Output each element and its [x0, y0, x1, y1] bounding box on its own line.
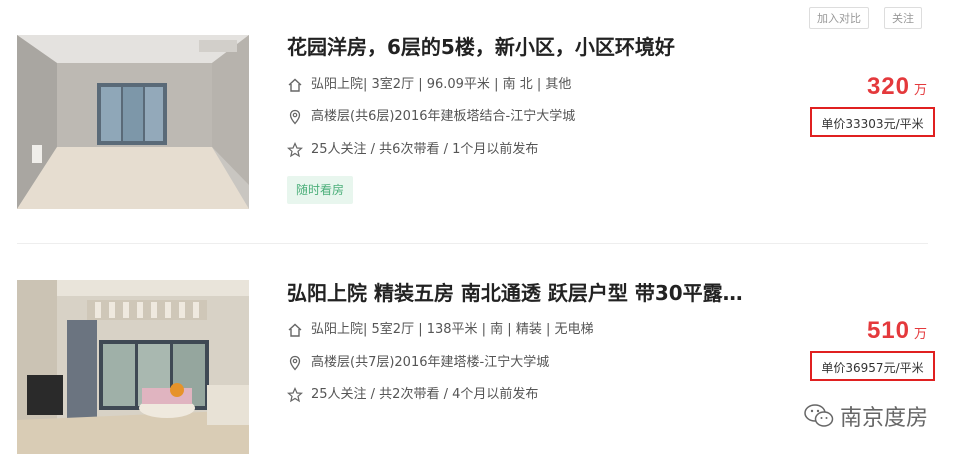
location-pin-icon — [287, 109, 303, 125]
total-price-unit: 万 — [913, 83, 927, 98]
add-compare-button[interactable]: 加入对比 — [809, 7, 869, 29]
star-icon — [287, 142, 303, 158]
total-price: 320 万 — [867, 73, 927, 101]
follow-button[interactable]: 关注 — [884, 7, 922, 29]
listing-photo[interactable] — [17, 35, 249, 209]
community-link[interactable]: 弘阳上院 — [311, 76, 363, 94]
unit-price: 单价33303元/平米 — [810, 107, 935, 137]
watermark: 南京度房 — [804, 400, 928, 432]
watermark-text: 南京度房 — [839, 406, 928, 431]
area-link[interactable]: 江宁大学城 — [510, 108, 575, 126]
total-price-value: 320 — [866, 73, 910, 100]
follow-stats: 25人关注 / 共2次带看 / 4个月以前发布 — [311, 387, 539, 402]
house-info: 弘阳上院 | 5室2厅 | 138平米 | 南 | 精装 | 无电梯 — [287, 321, 593, 339]
house-icon — [287, 77, 303, 93]
floor-info: 高楼层(共7层)2016年建塔楼 — [311, 355, 480, 370]
position-info: 高楼层(共6层)2016年建板塔结合 - 江宁大学城 — [287, 108, 575, 126]
room-photo-illustration — [17, 280, 249, 454]
house-icon — [287, 322, 303, 338]
location-pin-icon — [287, 355, 303, 371]
listing-title[interactable]: 花园洋房，6层的5楼，新小区，小区环境好 — [287, 34, 797, 60]
follow-info: 25人关注 / 共2次带看 / 4个月以前发布 — [287, 386, 538, 404]
listing-divider — [17, 243, 928, 244]
house-info: 弘阳上院 | 3室2厅 | 96.09平米 | 南 北 | 其他 — [287, 76, 571, 94]
total-price: 510 万 — [867, 317, 927, 345]
position-info: 高楼层(共7层)2016年建塔楼 - 江宁大学城 — [287, 354, 549, 372]
listing-title[interactable]: 弘阳上院 精装五房 南北通透 跃层户型 带30平露… — [287, 280, 797, 306]
total-price-unit: 万 — [913, 327, 927, 342]
floor-info: 高楼层(共6层)2016年建板塔结合 — [311, 109, 506, 124]
follow-info: 25人关注 / 共6次带看 / 1个月以前发布 — [287, 141, 538, 159]
house-details: | 3室2厅 | 96.09平米 | 南 北 | 其他 — [363, 77, 572, 92]
area-link[interactable]: 江宁大学城 — [484, 354, 549, 372]
house-details: | 5室2厅 | 138平米 | 南 | 精装 | 无电梯 — [363, 322, 594, 337]
unit-price: 单价36957元/平米 — [810, 351, 935, 381]
wechat-icon — [804, 403, 834, 429]
total-price-value: 510 — [866, 317, 910, 344]
viewing-tag: 随时看房 — [287, 176, 354, 204]
listing-photo[interactable] — [17, 280, 249, 454]
community-link[interactable]: 弘阳上院 — [311, 321, 363, 339]
star-icon — [287, 387, 303, 403]
follow-stats: 25人关注 / 共6次带看 / 1个月以前发布 — [311, 142, 539, 157]
room-photo-illustration — [17, 35, 249, 209]
